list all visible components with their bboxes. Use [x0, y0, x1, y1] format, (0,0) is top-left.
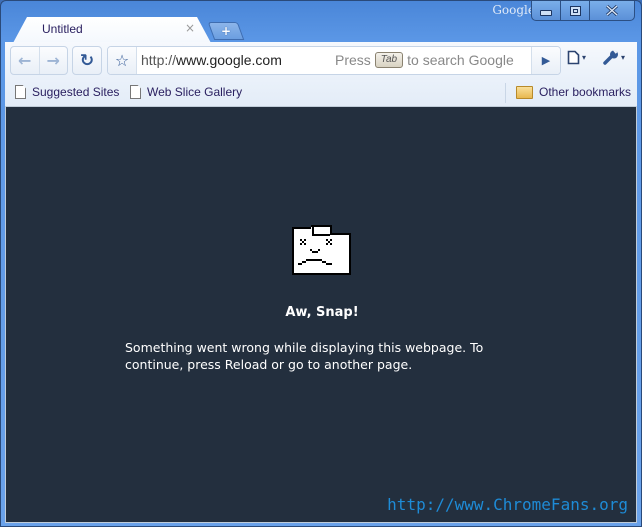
close-icon — [605, 5, 619, 16]
chevron-down-icon: ▾ — [621, 53, 626, 62]
search-hint: Press Tab to search Google — [335, 52, 514, 68]
minimize-icon — [540, 9, 552, 16]
bookmarks-separator — [505, 83, 506, 103]
toolbar: ← → ↻ ☆ http://www.google.com Press Tab … — [5, 42, 637, 80]
forward-button[interactable]: → — [38, 47, 68, 74]
page-icon — [567, 50, 580, 65]
page-menu-button[interactable]: ▾ — [567, 50, 586, 65]
tab-untitled[interactable]: Untitled × — [13, 17, 211, 43]
hint-press: Press — [335, 52, 371, 68]
error-message: Something went wrong while displaying th… — [125, 340, 484, 372]
bookmark-label: Suggested Sites — [32, 85, 120, 99]
wrench-menu-button[interactable]: ▾ — [603, 50, 625, 65]
maximize-button[interactable] — [561, 1, 590, 20]
wrench-icon — [603, 50, 618, 65]
back-arrow-icon: ← — [18, 51, 32, 70]
star-icon: ☆ — [114, 51, 130, 70]
play-icon: ▶ — [541, 54, 551, 67]
url-host: www.google.com — [176, 52, 282, 68]
new-tab-button[interactable]: + — [207, 22, 245, 40]
page-icon — [15, 85, 26, 99]
reload-button[interactable]: ↻ — [72, 46, 102, 75]
bookmark-suggested-sites[interactable]: Suggested Sites — [15, 85, 119, 99]
url-scheme: http:// — [141, 52, 177, 68]
plus-icon: + — [220, 24, 232, 38]
window-controls — [531, 1, 635, 21]
bookmark-star-button[interactable]: ☆ — [108, 47, 137, 74]
folder-icon — [516, 85, 533, 99]
brand-label: Google — [492, 3, 535, 17]
sad-tab-icon — [290, 223, 354, 283]
close-window-button[interactable] — [590, 1, 634, 20]
tab-title: Untitled — [42, 22, 83, 36]
bookmarks-bar: Suggested Sites Web Slice Gallery Other … — [5, 80, 637, 107]
other-bookmarks-label: Other bookmarks — [539, 85, 632, 99]
maximize-icon — [569, 5, 581, 16]
minimize-button[interactable] — [532, 1, 561, 20]
back-button[interactable]: ← — [11, 47, 39, 74]
error-title: Aw, Snap! — [285, 305, 359, 320]
tab-close-icon[interactable]: × — [185, 21, 195, 35]
reload-icon: ↻ — [79, 50, 95, 71]
browser-window: Google Untitled × + ← → ↻ ☆ http://www.g… — [0, 0, 642, 527]
url-text[interactable]: http://www.google.com — [141, 52, 282, 68]
tab-key-badge: Tab — [374, 52, 404, 68]
other-bookmarks[interactable]: Other bookmarks — [516, 85, 631, 99]
bookmark-label: Web Slice Gallery — [147, 85, 243, 99]
nav-buttons: ← → — [10, 46, 68, 75]
page-icon — [130, 85, 141, 99]
omnibox[interactable]: ☆ http://www.google.com Press Tab to sea… — [107, 46, 561, 75]
chevron-down-icon: ▾ — [582, 53, 587, 62]
page-content: Aw, Snap! Something went wrong while dis… — [5, 106, 637, 523]
forward-arrow-icon: → — [46, 51, 60, 70]
bookmark-web-slice-gallery[interactable]: Web Slice Gallery — [130, 85, 242, 99]
watermark: http://www.ChromeFans.org — [387, 495, 628, 514]
go-button[interactable]: ▶ — [531, 47, 560, 74]
hint-suffix: to search Google — [407, 52, 514, 68]
